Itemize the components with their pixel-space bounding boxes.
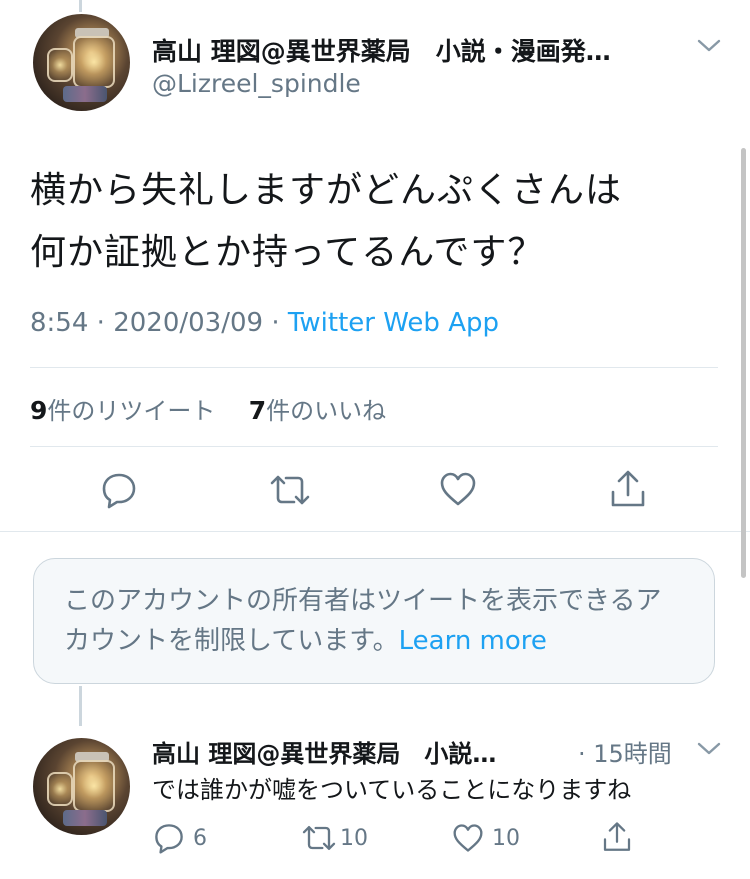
divider xyxy=(0,531,750,532)
avatar-jar-small xyxy=(47,772,73,806)
tweet-text-line2: 何か証拠とか持ってるんです？ xyxy=(30,232,545,273)
reply-icon[interactable] xyxy=(100,471,138,509)
like-icon xyxy=(453,824,483,852)
avatar[interactable] xyxy=(33,14,130,111)
like-icon[interactable] xyxy=(439,471,477,507)
restricted-replies-notice: このアカウントの所有者はツイートを表示できるアカウントを制限しています。Lear… xyxy=(33,558,715,684)
handle[interactable]: @Lizreel_spindle xyxy=(152,69,361,98)
thread-line-top xyxy=(79,0,82,12)
avatar-cloth xyxy=(63,810,107,826)
chevron-down-icon[interactable] xyxy=(695,739,723,759)
scrollbar[interactable] xyxy=(741,148,746,578)
like-action[interactable]: 10 xyxy=(452,823,520,853)
tweet-stats: 9件のリツイート 7件のいいね xyxy=(30,391,386,426)
retweet-count: 9 xyxy=(30,396,48,425)
tweet-text-line1: 横から失礼しますがどんぷくさんは xyxy=(30,170,623,211)
share-icon[interactable] xyxy=(608,468,648,510)
reply-time[interactable]: · 15時間 xyxy=(578,734,672,769)
display-name[interactable]: 高山 理図@異世界薬局 小説・漫画発… xyxy=(152,32,611,68)
reply-action[interactable]: 6 xyxy=(153,822,207,854)
tweet-text: 横から失礼しますがどんぷくさんは 何か証拠とか持ってるんです？ xyxy=(30,160,710,284)
avatar-jar xyxy=(73,760,115,812)
notice-text: このアカウントの所有者はツイートを表示できるアカウントを制限しています。 xyxy=(64,586,662,656)
like-count: 10 xyxy=(492,825,520,851)
tweet-time: 8:54 xyxy=(30,308,89,338)
chevron-down-icon[interactable] xyxy=(695,36,723,56)
avatar-jar-small xyxy=(47,48,73,82)
like-count: 7 xyxy=(248,396,267,425)
tweet-date: 2020/03/09 xyxy=(113,308,264,338)
source-link[interactable]: Twitter Web App xyxy=(288,308,499,338)
avatar[interactable] xyxy=(33,738,130,835)
avatar-cloth xyxy=(63,86,107,102)
learn-more-link[interactable]: Learn more xyxy=(399,626,547,656)
share-icon[interactable] xyxy=(601,820,633,854)
thread-line xyxy=(79,686,82,726)
like-label: 件のいいね xyxy=(266,397,387,425)
meta-separator: · xyxy=(96,308,105,338)
reply-display-name[interactable]: 高山 理図@異世界薬局 小説… xyxy=(152,734,496,769)
retweet-label: 件のリツイート xyxy=(47,397,216,425)
retweet-icon xyxy=(302,826,336,850)
retweet-icon[interactable] xyxy=(268,472,312,508)
reply-text: では誰かが嘘をついていることになりますね xyxy=(152,776,632,804)
avatar-jar xyxy=(73,36,115,88)
divider xyxy=(30,446,718,447)
reply-count: 6 xyxy=(193,825,207,851)
reply-icon xyxy=(155,824,183,854)
retweet-action[interactable]: 10 xyxy=(300,823,368,853)
divider xyxy=(30,367,718,368)
meta-separator: · xyxy=(271,308,280,338)
retweet-count: 10 xyxy=(340,825,368,851)
tweet-meta: 8:54 · 2020/03/09 · Twitter Web App xyxy=(30,308,499,338)
like-stat[interactable]: 7件のいいね xyxy=(248,396,387,425)
retweet-stat[interactable]: 9件のリツイート xyxy=(30,396,216,425)
